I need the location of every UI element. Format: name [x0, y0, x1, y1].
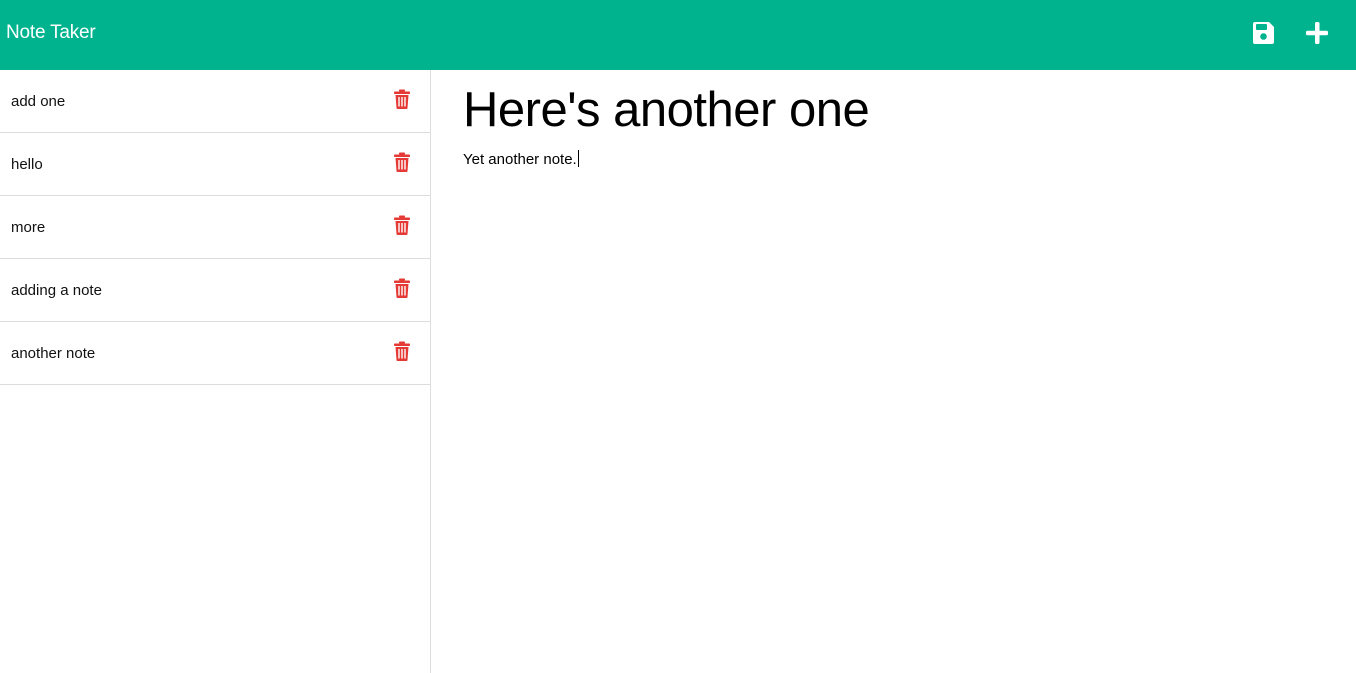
note-body-text: Yet another note.	[463, 151, 577, 168]
text-caret	[577, 150, 579, 167]
note-list-title[interactable]: adding a note	[11, 282, 102, 299]
trash-icon[interactable]	[393, 341, 411, 361]
navbar: Note Taker	[0, 0, 1356, 70]
list-item[interactable]: hello	[0, 133, 430, 196]
app-title[interactable]: Note Taker	[6, 22, 96, 44]
trash-icon[interactable]	[393, 152, 411, 172]
note-list-title[interactable]: add one	[11, 93, 65, 110]
note-sidebar: add one hello more adding a note another…	[0, 70, 431, 673]
note-list: add one hello more adding a note another…	[0, 70, 430, 385]
note-list-title[interactable]: more	[11, 219, 45, 236]
note-list-title[interactable]: another note	[11, 345, 95, 362]
note-editor: Here's another one Yet another note.	[431, 70, 1356, 673]
trash-icon[interactable]	[393, 215, 411, 235]
list-item[interactable]: add one	[0, 70, 430, 133]
note-title-input[interactable]: Here's another one	[463, 80, 1323, 140]
trash-icon[interactable]	[393, 89, 411, 109]
note-list-title[interactable]: hello	[11, 156, 43, 173]
note-body-textarea[interactable]: Yet another note.	[463, 150, 1323, 170]
list-item[interactable]: another note	[0, 322, 430, 385]
trash-icon[interactable]	[393, 278, 411, 298]
list-item[interactable]: more	[0, 196, 430, 259]
list-item[interactable]: adding a note	[0, 259, 430, 322]
plus-icon[interactable]	[1304, 20, 1330, 46]
save-icon[interactable]	[1250, 20, 1276, 46]
